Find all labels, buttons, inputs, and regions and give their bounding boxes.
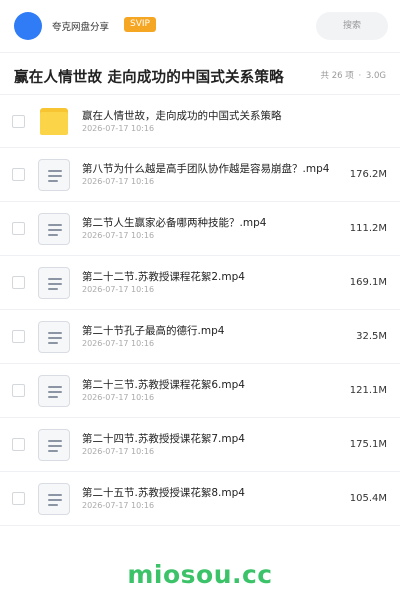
file-size: 169.1M — [349, 277, 387, 288]
file-date: 2026-07-17 10:16 — [82, 124, 155, 133]
header-divider — [0, 52, 400, 53]
document-icon — [38, 159, 70, 191]
select-checkbox[interactable] — [12, 330, 25, 343]
select-checkbox[interactable] — [12, 438, 25, 451]
document-icon — [38, 213, 70, 245]
file-date: 2026-07-17 10:16 — [82, 447, 155, 456]
document-icon — [38, 375, 70, 407]
document-icon — [38, 483, 70, 515]
select-checkbox[interactable] — [12, 222, 25, 235]
select-checkbox[interactable] — [12, 115, 25, 128]
document-icon — [38, 267, 70, 299]
file-name[interactable]: 第二节人生赢家必备哪两种技能？.mp4 — [82, 215, 266, 230]
document-icon — [38, 429, 70, 461]
file-size: 111.2M — [349, 223, 387, 234]
list-item[interactable]: 赢在人情世故，走向成功的中国式关系策略 2026-07-17 10:16 — [0, 94, 400, 148]
document-icon — [38, 321, 70, 353]
list-item[interactable]: 第八节为什么越是高手团队协作越是容易崩盘？.mp4 2026-07-17 10:… — [0, 148, 400, 202]
file-size: 176.2M — [349, 169, 387, 180]
list-item[interactable]: 第二十节孔子最高的德行.mp4 2026-07-17 10:16 32.5M — [0, 310, 400, 364]
meta-separator: · — [358, 71, 362, 81]
list-item[interactable]: 第二十四节.苏教授授课花絮7.mp4 2026-07-17 10:16 175.… — [0, 418, 400, 472]
file-name[interactable]: 第八节为什么越是高手团队协作越是容易崩盘？.mp4 — [82, 161, 329, 176]
file-name[interactable]: 第二十四节.苏教授授课花絮7.mp4 — [82, 431, 245, 446]
file-date: 2026-07-17 10:16 — [82, 501, 155, 510]
file-date: 2026-07-17 10:16 — [82, 339, 155, 348]
page-title: 赢在人情世故 走向成功的中国式关系策略 — [14, 70, 284, 86]
file-date: 2026-07-17 10:16 — [82, 177, 155, 186]
share-meta: 共 26 项 · 3.0G — [320, 69, 387, 81]
file-name[interactable]: 第二十三节.苏教授课程花絮6.mp4 — [82, 377, 245, 392]
avatar[interactable] — [14, 12, 42, 40]
select-checkbox[interactable] — [12, 168, 25, 181]
file-date: 2026-07-17 10:16 — [82, 231, 155, 240]
list-item[interactable]: 第二节人生赢家必备哪两种技能？.mp4 2026-07-17 10:16 111… — [0, 202, 400, 256]
file-date: 2026-07-17 10:16 — [82, 285, 155, 294]
folder-icon — [38, 106, 70, 138]
select-checkbox[interactable] — [12, 492, 25, 505]
list-item[interactable]: 第二十二节.苏教授课程花絮2.mp4 2026-07-17 10:16 169.… — [0, 256, 400, 310]
file-name[interactable]: 第二十节孔子最高的德行.mp4 — [82, 323, 224, 338]
file-size: 32.5M — [356, 331, 387, 342]
file-size: 105.4M — [349, 493, 387, 504]
file-size: 175.1M — [349, 439, 387, 450]
file-size: 121.1M — [349, 385, 387, 396]
share-owner-name: 夸克网盘分享 — [52, 22, 110, 33]
watermark-text: miosou.cc — [127, 560, 273, 589]
svip-badge: SVIP — [124, 17, 156, 32]
file-name[interactable]: 第二十二节.苏教授课程花絮2.mp4 — [82, 269, 245, 284]
select-checkbox[interactable] — [12, 276, 25, 289]
file-name[interactable]: 赢在人情世故，走向成功的中国式关系策略 — [82, 108, 282, 123]
top-bar: 夸克网盘分享 SVIP 搜索 — [0, 0, 400, 52]
select-checkbox[interactable] — [12, 384, 25, 397]
total-size: 3.0G — [365, 71, 386, 81]
search-button[interactable]: 搜索 — [316, 12, 388, 40]
list-item[interactable]: 第二十五节.苏教授授课花絮8.mp4 2026-07-17 10:16 105.… — [0, 472, 400, 526]
file-list: 赢在人情世故，走向成功的中国式关系策略 2026-07-17 10:16 第八节… — [0, 94, 400, 526]
file-date: 2026-07-17 10:16 — [82, 393, 155, 402]
item-count: 共 26 项 — [320, 71, 354, 81]
file-name[interactable]: 第二十五节.苏教授授课花絮8.mp4 — [82, 485, 245, 500]
list-item[interactable]: 第二十三节.苏教授课程花絮6.mp4 2026-07-17 10:16 121.… — [0, 364, 400, 418]
